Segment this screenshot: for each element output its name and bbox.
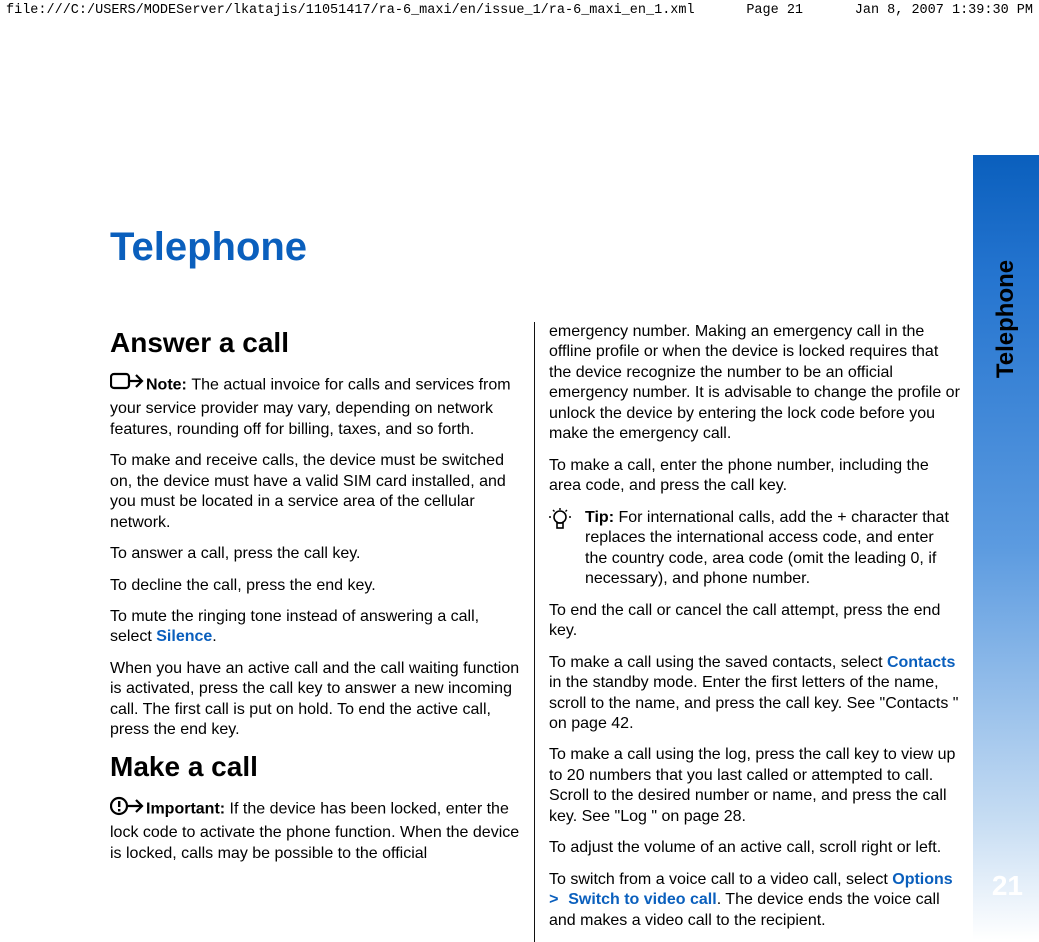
answer-p4: To decline the call, press the end key. bbox=[110, 576, 520, 596]
side-tab: Telephone 21 bbox=[973, 155, 1039, 940]
tip-label: Tip: bbox=[585, 509, 618, 526]
make-p4b: in the standby mode. Enter the first let… bbox=[549, 674, 958, 732]
header-path: file:///C:/USERS/MODEServer/lkatajis/110… bbox=[6, 3, 695, 18]
column-left: Answer a call Note: The actual invoice f… bbox=[110, 322, 535, 942]
answer-p5: To mute the ringing tone instead of answ… bbox=[110, 607, 520, 648]
make-p3: To end the call or cancel the call attem… bbox=[549, 601, 960, 642]
answer-p5b: . bbox=[212, 628, 216, 645]
answer-p2: To make and receive calls, the device mu… bbox=[110, 451, 520, 533]
header-date: Jan 8, 2007 1:39:30 PM bbox=[855, 3, 1033, 18]
make-p1: To make a call, enter the phone number, … bbox=[549, 456, 960, 497]
make-p0: emergency number. Making an emergency ca… bbox=[549, 322, 960, 445]
answer-p6: When you have an active call and the cal… bbox=[110, 659, 520, 741]
print-header: file:///C:/USERS/MODEServer/lkatajis/110… bbox=[0, 0, 1039, 21]
note-label: Note: bbox=[146, 376, 191, 393]
note-paragraph: Note: The actual invoice for calls and s… bbox=[110, 371, 520, 440]
make-p6: To adjust the volume of an active call, … bbox=[549, 838, 960, 858]
caret-separator: > bbox=[549, 891, 568, 909]
page-root: file:///C:/USERS/MODEServer/lkatajis/110… bbox=[0, 0, 1039, 940]
page-number: 21 bbox=[992, 870, 1023, 902]
tip-body-wrap: Tip: For international calls, add the + … bbox=[585, 508, 960, 590]
answer-p3: To answer a call, press the call key. bbox=[110, 544, 520, 564]
header-page: Page 21 bbox=[746, 3, 803, 18]
tip-body: For international calls, add the + chara… bbox=[585, 509, 949, 587]
columns: Answer a call Note: The actual invoice f… bbox=[110, 322, 974, 942]
side-tab-label: Telephone bbox=[992, 260, 1020, 378]
content-area: Telephone Answer a call Note: The actual… bbox=[110, 225, 974, 915]
make-p4: To make a call using the saved contacts,… bbox=[549, 653, 960, 735]
note-icon bbox=[110, 371, 144, 399]
make-p7: To switch from a voice call to a video c… bbox=[549, 870, 960, 931]
important-label: Important: bbox=[146, 800, 230, 817]
tip-icon bbox=[549, 508, 573, 540]
make-p5: To make a call using the log, press the … bbox=[549, 745, 960, 827]
make-p7a: To switch from a voice call to a video c… bbox=[549, 871, 892, 888]
silence-keyword: Silence bbox=[156, 628, 212, 645]
heading-answer-call: Answer a call bbox=[110, 328, 520, 359]
make-p4a: To make a call using the saved contacts,… bbox=[549, 654, 887, 671]
important-paragraph: Important: If the device has been locked… bbox=[110, 795, 520, 864]
important-icon bbox=[110, 795, 144, 823]
heading-make-call: Make a call bbox=[110, 752, 520, 783]
tip-block: Tip: For international calls, add the + … bbox=[549, 508, 960, 590]
switch-video-keyword: Switch to video call bbox=[568, 891, 716, 908]
column-right: emergency number. Making an emergency ca… bbox=[535, 322, 960, 942]
page-title: Telephone bbox=[110, 225, 974, 270]
options-keyword: Options bbox=[892, 871, 952, 888]
contacts-keyword: Contacts bbox=[887, 654, 955, 671]
